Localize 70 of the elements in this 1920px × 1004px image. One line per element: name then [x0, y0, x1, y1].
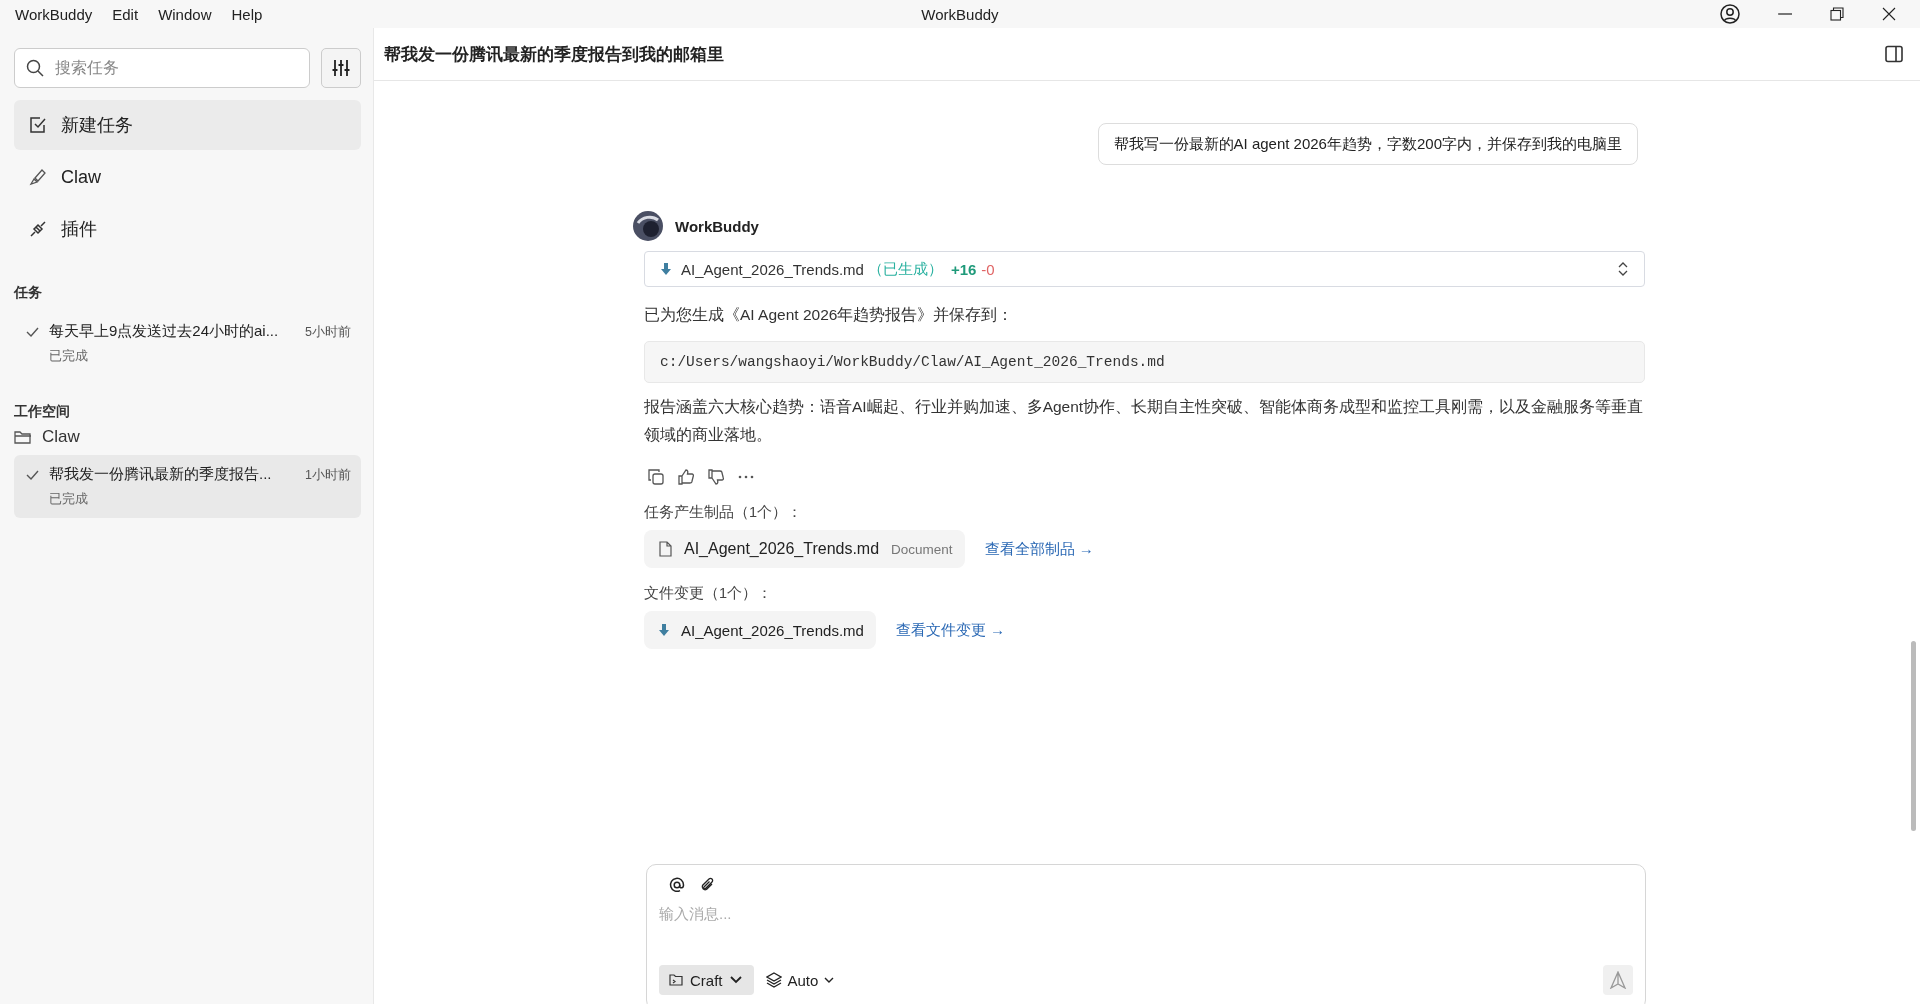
chevron-down-icon	[824, 976, 835, 984]
nav-item[interactable]: Claw	[14, 152, 361, 202]
task-time: 5小时前	[305, 324, 351, 341]
lines-added: +16	[950, 260, 977, 278]
model-dropdown[interactable]: Auto	[765, 971, 835, 989]
down-arrow-icon	[659, 624, 669, 636]
task-time: 1小时前	[305, 467, 351, 484]
artifacts-heading: 任务产生制品（1个）：	[644, 503, 804, 522]
workspace-folder[interactable]: Claw	[14, 427, 361, 447]
restore-icon[interactable]	[1830, 7, 1844, 21]
task-title: 每天早上9点发送过去24小时的ai...	[49, 322, 280, 341]
view-artifacts-link[interactable]: 查看全部制品 →	[984, 539, 1094, 559]
file-change-bar[interactable]: AI_Agent_2026_Trends.md （已生成） +16 -0	[644, 251, 1645, 287]
thumbs-down-icon[interactable]	[708, 469, 724, 485]
section-heading: 任务	[14, 284, 43, 302]
search-icon	[26, 59, 44, 77]
account-icon[interactable]	[1720, 4, 1740, 24]
menu-item[interactable]: WorkBuddy	[15, 5, 93, 23]
nav-item[interactable]: 插件	[14, 204, 361, 254]
changed-file-chip[interactable]: AI_Agent_2026_Trends.md	[644, 611, 876, 649]
changes-heading: 文件变更（1个）：	[644, 584, 774, 603]
lines-removed: -0	[981, 260, 995, 278]
plug-icon	[29, 220, 47, 238]
mode-dropdown[interactable]: Craft	[659, 965, 754, 995]
file-name: AI_Agent_2026_Trends.md	[681, 260, 864, 278]
task-status: 已完成	[49, 490, 89, 508]
nav-item[interactable]: 新建任务	[14, 100, 361, 150]
chevron-down-icon	[729, 976, 742, 984]
view-changes-link[interactable]: 查看文件变更 →	[895, 620, 1006, 640]
section-heading: 工作空间	[14, 403, 71, 421]
copy-icon[interactable]	[648, 469, 664, 485]
brush-icon	[29, 168, 47, 186]
menu-item[interactable]: Window	[158, 5, 212, 23]
check-icon	[26, 327, 39, 337]
checkbox-icon	[29, 116, 47, 134]
reply-text: 报告涵盖六大核心趋势：语音AI崛起、行业并购加速、多Agent协作、长期自主性突破、智能体商务成型和监控工具刚需，以及金融服务等垂直领域的商业落地。	[644, 397, 1645, 445]
search-field[interactable]: 搜索任务	[14, 48, 310, 88]
file-path: c:/Users/wangshaoyi/WorkBuddy/Claw/AI_Agent_2026_Trends.md	[644, 341, 1645, 383]
task-item[interactable]: 每天早上9点发送过去24小时的ai... 5小时前 已完成	[14, 312, 361, 375]
message-input[interactable]: 输入消息...	[659, 905, 1633, 922]
more-icon[interactable]	[738, 475, 754, 479]
reply-text: 已为您生成《AI Agent 2026年趋势报告》并保存到：	[644, 305, 1015, 325]
sender-name: WorkBuddy	[675, 217, 759, 235]
menu-item[interactable]: Edit	[112, 5, 139, 23]
layers-icon	[765, 972, 782, 988]
filter-button[interactable]	[321, 48, 361, 88]
folder-icon	[669, 974, 683, 986]
send-icon	[1609, 971, 1627, 989]
folder-icon	[14, 429, 32, 445]
user-message: 帮我写一份最新的AI agent 2026年趋势，字数200字内，并保存到我的电脑里	[1097, 123, 1638, 165]
window-title: WorkBuddy	[920, 5, 1000, 23]
panel-toggle-icon[interactable]	[1885, 45, 1903, 63]
close-icon[interactable]	[1882, 7, 1896, 21]
mention-icon[interactable]	[669, 877, 685, 893]
menu-item[interactable]: Help	[231, 5, 263, 23]
file-status: （已生成）	[867, 259, 943, 279]
check-icon	[26, 470, 39, 480]
chat-title: 帮我发一份腾讯最新的季度报告到我的邮箱里	[384, 43, 725, 66]
task-status: 已完成	[49, 347, 89, 365]
document-icon	[659, 541, 672, 557]
expand-icon	[1618, 262, 1628, 276]
bot-avatar-icon	[633, 211, 663, 241]
thumbs-up-icon[interactable]	[678, 469, 694, 485]
down-arrow-icon	[661, 263, 671, 275]
task-item[interactable]: 帮我发一份腾讯最新的季度报告... 1小时前 已完成	[14, 455, 361, 518]
sliders-icon	[331, 58, 351, 78]
task-title: 帮我发一份腾讯最新的季度报告...	[49, 465, 273, 484]
scrollbar-thumb[interactable]	[1911, 641, 1916, 831]
artifact-chip[interactable]: AI_Agent_2026_Trends.md Document	[644, 530, 965, 568]
paperclip-icon[interactable]	[699, 877, 715, 893]
